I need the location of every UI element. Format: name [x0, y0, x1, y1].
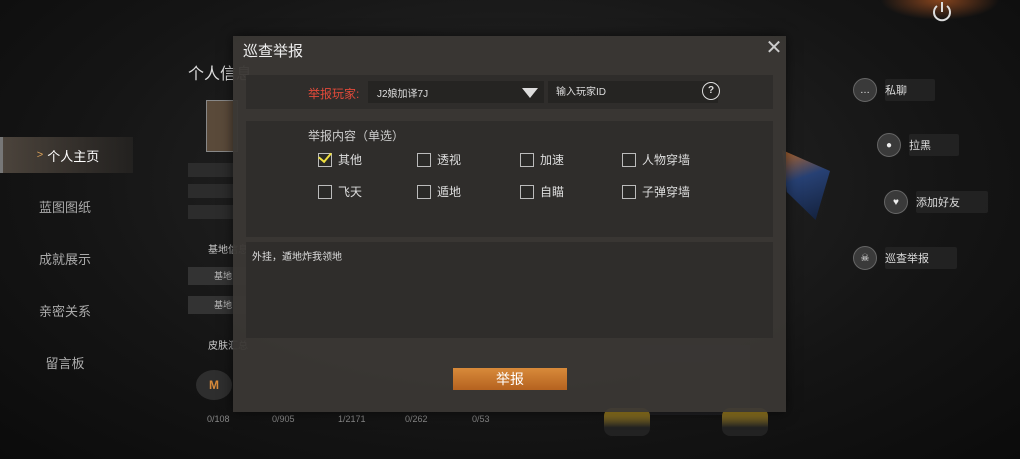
- checkbox-icon: [622, 184, 636, 199]
- dialog-title: 巡查举报: [243, 43, 304, 60]
- option-label: 其他: [338, 153, 363, 167]
- chevron-right-icon: >: [36, 149, 44, 161]
- patrol-report-button[interactable]: ☠ 巡查举报: [853, 246, 957, 270]
- sidebar-item-label: 蓝图图纸: [38, 199, 91, 215]
- reporter-label: 举报玩家:: [308, 87, 360, 101]
- action-label: 私聊: [885, 79, 935, 101]
- stat-value: 1/2171: [338, 414, 366, 424]
- reporter-row: 举报玩家: J2娘加译7J ?: [246, 75, 773, 109]
- block-button[interactable]: ● 拉黑: [877, 133, 959, 157]
- option-label: 透视: [437, 153, 462, 167]
- option-label: 人物穿墙: [642, 153, 691, 167]
- patrol-report-icon: ☠: [853, 246, 877, 270]
- report-dialog: 巡查举报 ✕ 举报玩家: J2娘加译7J ? 举报内容（单选） 其他 透视 加速…: [233, 36, 786, 412]
- sidebar-item-achievements[interactable]: 成就展示: [0, 240, 130, 276]
- sidebar-item-label: 留言板: [45, 355, 85, 371]
- option-label: 加速: [540, 153, 565, 167]
- dropdown-triangle-icon: [522, 88, 538, 98]
- action-label: 添加好友: [916, 191, 988, 213]
- option-other[interactable]: 其他: [318, 151, 362, 168]
- action-label: 巡查举报: [885, 247, 957, 269]
- search-id-icon[interactable]: ?: [702, 82, 720, 100]
- option-noclip[interactable]: 人物穿墙: [622, 151, 690, 168]
- sidebar-item-profile[interactable]: > 个人主页: [0, 137, 133, 173]
- option-label: 遁地: [437, 185, 462, 199]
- chat-icon: …: [853, 78, 877, 102]
- character-wing: [782, 150, 830, 220]
- option-wallhack[interactable]: 透视: [417, 151, 461, 168]
- player-id-input[interactable]: [548, 81, 718, 103]
- add-friend-icon: ♥: [884, 190, 908, 214]
- report-reason-textarea[interactable]: 外挂，遁地炸我领地: [252, 248, 767, 332]
- character-shoe: [722, 408, 768, 436]
- submit-report-button[interactable]: 举报: [453, 368, 567, 390]
- checkbox-icon: [417, 184, 431, 199]
- power-icon[interactable]: [928, 0, 956, 24]
- emblem-icon: M: [196, 370, 232, 400]
- dialog-header: 巡查举报 ✕: [233, 36, 786, 62]
- option-fly[interactable]: 飞天: [318, 183, 362, 200]
- checkbox-icon: [622, 152, 636, 167]
- option-label: 飞天: [338, 185, 363, 199]
- sidebar-item-label: 个人主页: [47, 148, 100, 164]
- stat-value: 0/53: [472, 414, 490, 424]
- stat-value: 0/905: [272, 414, 295, 424]
- player-select-value: J2娘加译7J: [377, 89, 429, 100]
- checkbox-icon: [520, 152, 534, 167]
- stat-value: 0/108: [207, 414, 230, 424]
- sidebar-item-blueprints[interactable]: 蓝图图纸: [0, 188, 130, 224]
- character-shoe: [604, 408, 650, 436]
- sidebar-item-label: 成就展示: [38, 251, 91, 267]
- action-label: 拉黑: [909, 134, 959, 156]
- report-content-panel: 举报内容（单选） 其他 透视 加速 人物穿墙 飞天 遁地 自瞄 子弹穿墙: [246, 121, 773, 237]
- block-user-icon: ●: [877, 133, 901, 157]
- close-icon[interactable]: ✕: [765, 38, 783, 58]
- checkbox-checked-icon: [318, 152, 332, 167]
- player-select[interactable]: J2娘加译7J: [368, 81, 544, 103]
- option-speed[interactable]: 加速: [520, 151, 564, 168]
- option-bullet-through-wall[interactable]: 子弹穿墙: [622, 183, 690, 200]
- checkbox-icon: [417, 152, 431, 167]
- add-friend-button[interactable]: ♥ 添加好友: [884, 190, 988, 214]
- stat-value: 0/262: [405, 414, 428, 424]
- option-aimbot[interactable]: 自瞄: [520, 183, 564, 200]
- checkbox-icon: [520, 184, 534, 199]
- sidebar-item-label: 亲密关系: [38, 303, 91, 319]
- sidebar-item-relations[interactable]: 亲密关系: [0, 292, 130, 328]
- chat-button[interactable]: … 私聊: [853, 78, 935, 102]
- report-content-label: 举报内容（单选）: [308, 129, 405, 143]
- reason-panel: 外挂，遁地炸我领地: [246, 242, 773, 338]
- option-underground[interactable]: 遁地: [417, 183, 461, 200]
- checkbox-icon: [318, 184, 332, 199]
- sidebar-item-messages[interactable]: 留言板: [0, 344, 130, 380]
- option-label: 自瞄: [540, 185, 565, 199]
- option-label: 子弹穿墙: [642, 185, 691, 199]
